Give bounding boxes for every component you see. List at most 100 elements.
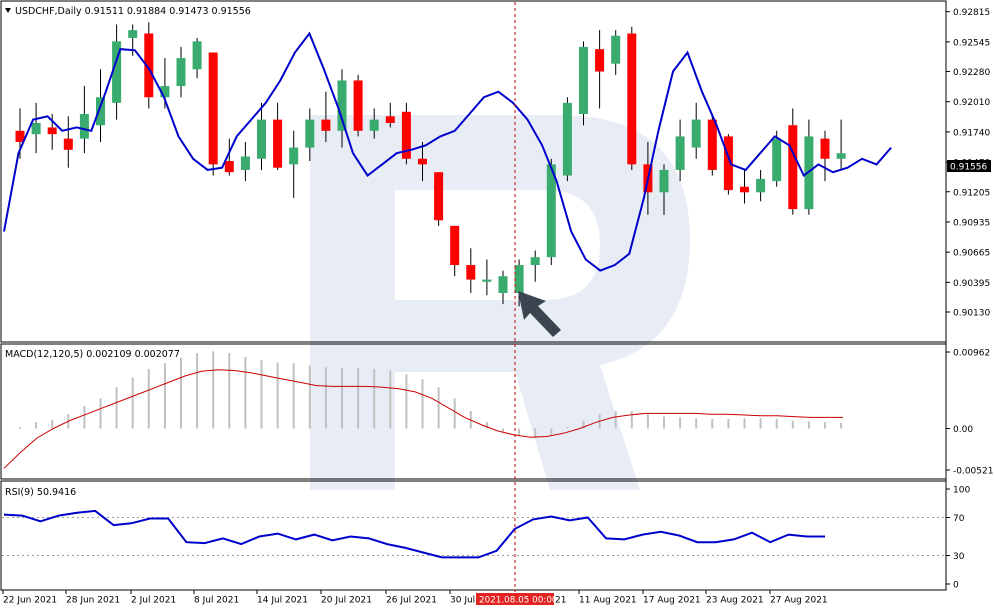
rsi-tick-label: 70 [953,514,965,524]
macd-histogram-bar[interactable] [437,387,440,429]
macd-histogram-bar[interactable] [840,422,843,429]
macd-histogram-bar[interactable] [260,360,263,429]
macd-histogram-bar[interactable] [550,428,553,435]
candle-body[interactable] [740,186,749,193]
macd-histogram-bar[interactable] [357,368,360,429]
macd-histogram-bar[interactable] [743,418,746,429]
time-tick-label: 2 Jul 2021 [131,596,176,606]
price-tick-label: 0.92545 [953,38,990,48]
candle-body[interactable] [353,80,363,131]
macd-histogram-bar[interactable] [308,365,311,429]
candle-body[interactable] [31,122,41,135]
candle-body[interactable] [595,49,605,72]
candle-body[interactable] [611,35,621,64]
macd-histogram-bar[interactable] [324,367,327,429]
macd-histogram-bar[interactable] [83,406,86,429]
candle-body[interactable] [788,125,798,210]
candle-body[interactable] [128,30,138,38]
macd-histogram-bar[interactable] [453,398,456,429]
candle-body[interactable] [434,172,444,221]
candle-body[interactable] [192,41,202,70]
candle-body[interactable] [450,225,460,266]
macd-histogram-bar[interactable] [228,352,231,429]
candle-body[interactable] [707,119,717,170]
candle-body[interactable] [659,169,669,193]
candle-body[interactable] [176,58,186,87]
macd-histogram-bar[interactable] [824,422,826,429]
time-tick-label: 26 Jul 2021 [386,596,437,606]
candle-body[interactable] [337,80,347,131]
macd-histogram-bar[interactable] [695,418,698,429]
macd-histogram-bar[interactable] [147,368,150,429]
macd-histogram-bar[interactable] [99,398,102,429]
candle-body[interactable] [47,127,57,135]
macd-histogram-bar[interactable] [389,370,392,429]
macd-histogram-bar[interactable] [679,417,682,429]
macd-histogram-bar[interactable] [180,357,182,429]
macd-histogram-bar[interactable] [51,419,54,429]
macd-histogram-bar[interactable] [518,428,521,435]
price-tick-label: 0.91740 [953,128,990,138]
candle-body[interactable] [96,97,105,126]
candle-body[interactable] [691,119,701,148]
candle-body[interactable] [530,257,540,266]
candle-body[interactable] [289,147,299,165]
candle-body[interactable] [820,138,830,159]
trading-chart[interactable]: 0.928150.925450.922800.920100.917400.914… [0,0,994,610]
macd-histogram-bar[interactable] [373,368,376,429]
macd-histogram-bar[interactable] [759,418,762,429]
rsi-tick-label: 0 [953,581,959,591]
macd-histogram-bar[interactable] [807,421,810,429]
macd-histogram-bar[interactable] [405,374,408,429]
macd-histogram-bar[interactable] [775,418,778,429]
candle-body[interactable] [562,102,572,176]
candle-body[interactable] [627,33,637,165]
macd-histogram-bar[interactable] [566,426,569,429]
candle-body[interactable] [482,279,492,282]
rsi-tick-label: 100 [953,486,970,496]
macd-histogram-bar[interactable] [131,377,134,429]
candle-body[interactable] [514,265,524,293]
macd-histogram-bar[interactable] [276,362,279,429]
candle-body[interactable] [63,138,73,150]
candle-body[interactable] [321,119,331,131]
macd-histogram-bar[interactable] [292,363,295,429]
candle-body[interactable] [273,119,283,168]
macd-histogram-bar[interactable] [19,426,21,429]
macd-histogram-bar[interactable] [196,352,199,429]
candle-body[interactable] [208,52,218,165]
candle-body[interactable] [385,116,395,123]
macd-histogram-bar[interactable] [630,411,633,429]
macd-histogram-bar[interactable] [791,420,794,429]
candle-body[interactable] [240,156,250,170]
macd-histogram-bar[interactable] [421,379,424,429]
candle-body[interactable] [224,161,234,173]
candle-body[interactable] [579,46,588,115]
macd-histogram-bar[interactable] [727,418,730,429]
macd-histogram-bar[interactable] [711,418,714,429]
price-tick-label: 0.92815 [953,8,990,18]
macd-histogram-bar[interactable] [502,428,504,432]
macd-histogram-bar[interactable] [341,368,343,429]
macd-histogram-bar[interactable] [115,387,118,429]
candle-body[interactable] [466,265,476,280]
time-tick-label: 17 Aug 2021 [643,596,701,606]
candle-body[interactable] [756,178,766,193]
macd-histogram-bar[interactable] [646,414,649,429]
macd-histogram-bar[interactable] [663,416,665,429]
candle-body[interactable] [257,119,266,159]
macd-histogram-bar[interactable] [614,411,617,429]
macd-histogram-bar[interactable] [35,422,38,429]
macd-histogram-bar[interactable] [212,351,215,429]
candle-body[interactable] [79,114,89,139]
candle-body[interactable] [772,138,782,182]
candle-body[interactable] [675,136,685,170]
macd-histogram-bar[interactable] [163,363,166,429]
candle-body[interactable] [498,276,508,293]
macd-histogram-bar[interactable] [244,356,247,429]
candle-body[interactable] [418,158,427,165]
price-tick-label: 0.90130 [953,309,990,319]
candle-body[interactable] [305,119,315,148]
candle-body[interactable] [369,119,379,131]
candle-body[interactable] [836,153,846,159]
